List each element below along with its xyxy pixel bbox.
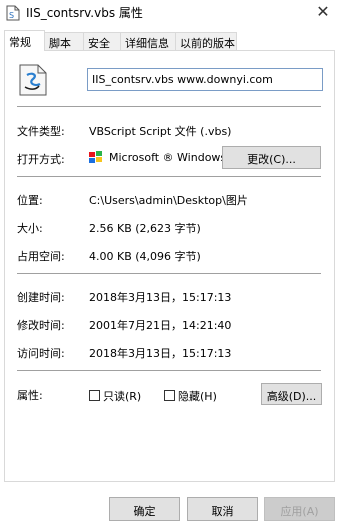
close-icon[interactable]: ✕ xyxy=(314,2,332,21)
tab-strip: 常规 脚本 安全 详细信息 以前的版本 xyxy=(4,30,334,51)
created-value: 2018年3月13日，15:17:13 xyxy=(89,291,232,304)
attributes-label: 属性: xyxy=(17,389,43,402)
accessed-value: 2018年3月13日，15:17:13 xyxy=(89,347,232,360)
vbs-script-icon xyxy=(19,64,47,96)
advanced-button-label: 高级(D)... xyxy=(266,390,317,403)
separator xyxy=(17,106,321,107)
accessed-label: 访问时间: xyxy=(17,347,65,360)
general-panel: IIS_contsrv.vbs www.downyi.com 文件类型: VBS… xyxy=(4,50,335,482)
modified-value: 2001年7月21日，14:21:40 xyxy=(89,319,232,332)
file-name-input[interactable]: IIS_contsrv.vbs www.downyi.com xyxy=(87,68,323,91)
file-type-value: VBScript Script 文件 (.vbs) xyxy=(89,125,232,138)
title-bar: S IIS_contsrv.vbs 属性 ✕ xyxy=(0,0,340,26)
window-title: IIS_contsrv.vbs 属性 xyxy=(26,6,143,20)
file-type-label: 文件类型: xyxy=(17,125,65,138)
opens-with-label: 打开方式: xyxy=(17,153,65,166)
change-button[interactable]: 更改(C)... xyxy=(222,146,321,169)
location-value: C:\Users\admin\Desktop\图片 xyxy=(89,194,248,207)
tab-security[interactable]: 安全 xyxy=(83,32,121,51)
modified-label: 修改时间: xyxy=(17,319,65,332)
hidden-checkbox[interactable] xyxy=(164,390,175,401)
readonly-label[interactable]: 只读(R) xyxy=(103,388,141,404)
opens-with-value: Microsoft ® Windows xyxy=(109,151,227,164)
ok-button[interactable]: 确定 xyxy=(109,497,180,521)
size-on-disk-label: 占用空间: xyxy=(17,250,65,263)
location-label: 位置: xyxy=(17,194,43,207)
windows-logo-icon xyxy=(89,151,102,163)
size-label: 大小: xyxy=(17,222,43,235)
created-label: 创建时间: xyxy=(17,291,65,304)
hidden-label[interactable]: 隐藏(H) xyxy=(178,388,217,404)
size-on-disk-value: 4.00 KB (4,096 字节) xyxy=(89,250,201,263)
vbs-file-icon: S xyxy=(6,5,20,21)
tab-general[interactable]: 常规 xyxy=(4,30,45,51)
size-value: 2.56 KB (2,623 字节) xyxy=(89,222,201,235)
readonly-checkbox[interactable] xyxy=(89,390,100,401)
separator xyxy=(17,273,321,274)
svg-text:S: S xyxy=(9,11,14,20)
tab-script[interactable]: 脚本 xyxy=(44,32,84,51)
separator xyxy=(17,370,321,371)
cancel-button[interactable]: 取消 xyxy=(187,497,258,521)
apply-button[interactable]: 应用(A) xyxy=(264,497,335,521)
tab-previous-versions[interactable]: 以前的版本 xyxy=(175,32,237,51)
tab-details[interactable]: 详细信息 xyxy=(120,32,176,51)
advanced-button[interactable]: 高级(D)... xyxy=(261,383,322,405)
separator xyxy=(17,176,321,177)
